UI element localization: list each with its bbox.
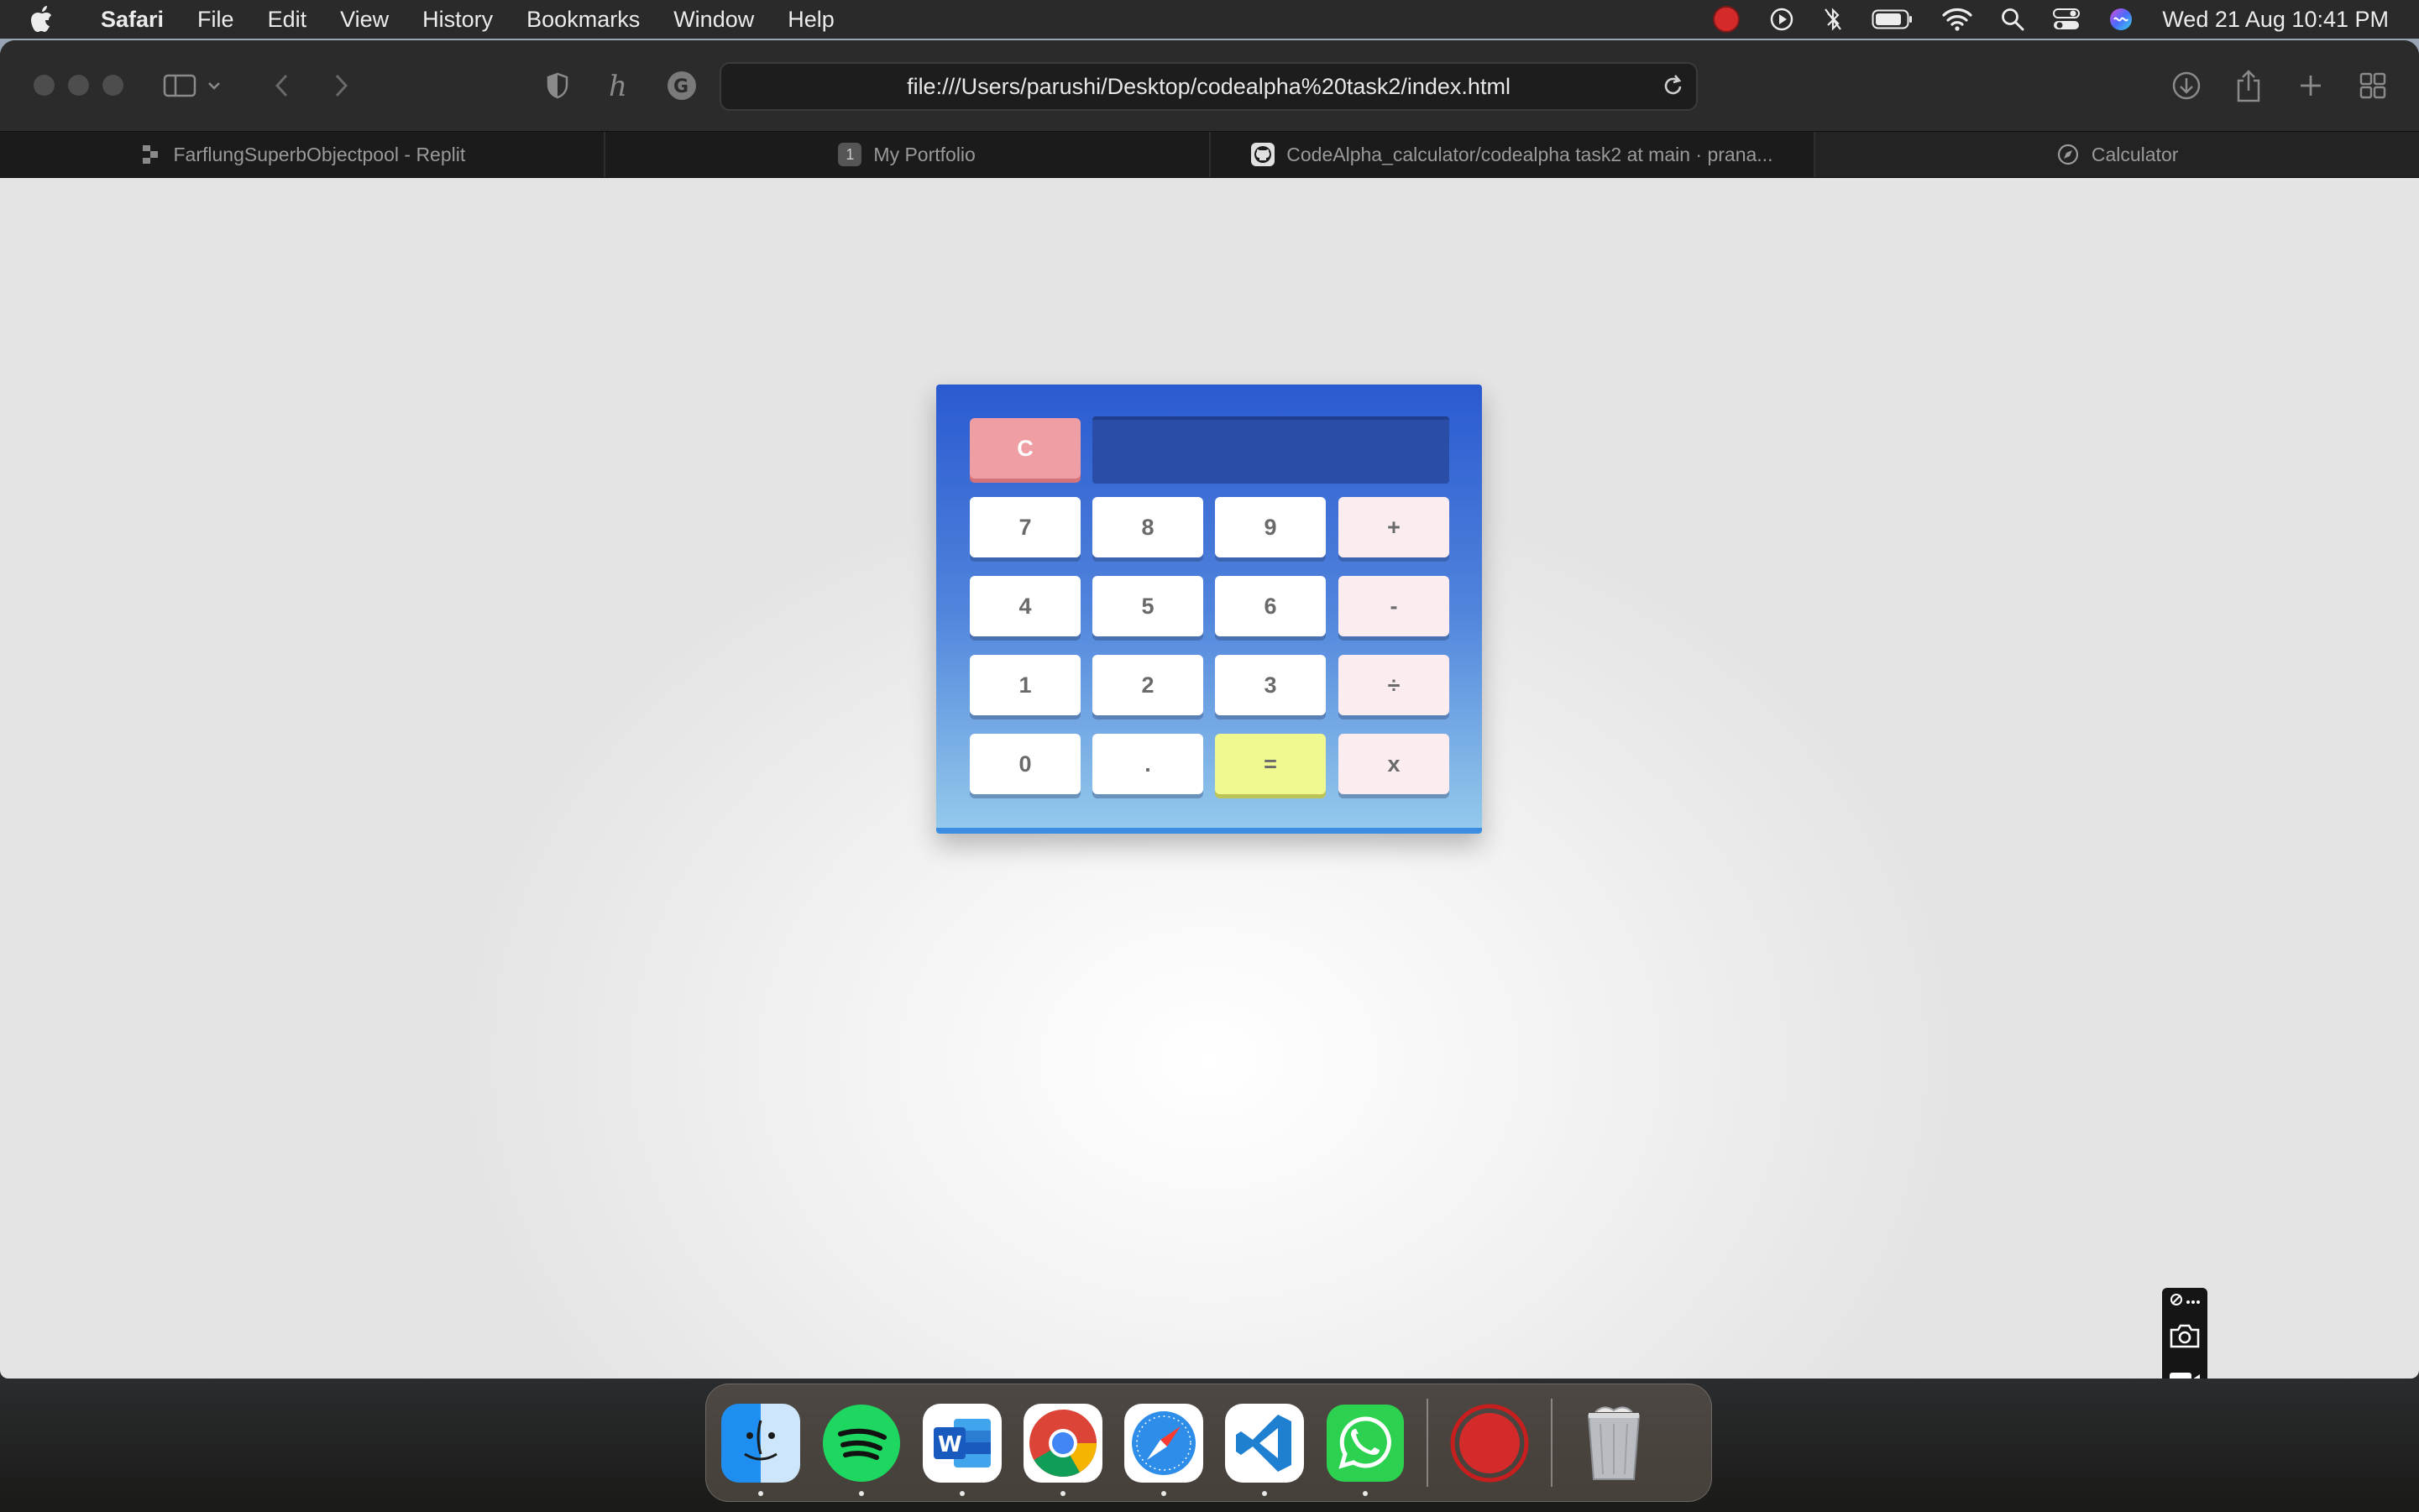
battery-icon[interactable]: [1872, 8, 1914, 30]
dock-safari-icon[interactable]: [1124, 1403, 1203, 1496]
calculator: C 7 8 9 + 4 5 6 - 1 2 3 ÷ 0 . = x: [936, 385, 1482, 834]
bluetooth-off-icon[interactable]: [1823, 7, 1843, 32]
plus-button[interactable]: +: [1338, 497, 1449, 557]
replit-icon: [139, 143, 162, 166]
dock-word-icon[interactable]: W: [923, 1403, 1002, 1496]
close-window-button[interactable]: [34, 75, 55, 96]
dock-separator: [1551, 1399, 1552, 1487]
tab-github[interactable]: CodeAlpha_calculator/codealpha task2 at …: [1211, 132, 1816, 177]
github-icon: [1251, 143, 1275, 166]
tab-overview-icon[interactable]: [2349, 62, 2396, 109]
svg-text:G: G: [673, 76, 689, 97]
minus-button[interactable]: -: [1338, 576, 1449, 636]
menu-clock[interactable]: Wed 21 Aug 10:41 PM: [2162, 7, 2389, 33]
menu-help[interactable]: Help: [771, 0, 851, 39]
forward-icon[interactable]: [317, 62, 364, 109]
dock-spotify-icon[interactable]: [822, 1404, 901, 1496]
wifi-icon[interactable]: [1942, 8, 1972, 31]
address-bar[interactable]: file:///Users/parushi/Desktop/codealpha%…: [720, 62, 1698, 111]
link-icon[interactable]: [2170, 1293, 2183, 1309]
svg-text:h: h: [609, 71, 627, 101]
tab-label: Calculator: [2091, 143, 2179, 165]
menu-bar: Safari File Edit View History Bookmarks …: [0, 0, 2419, 39]
dock-vscode-icon[interactable]: [1225, 1403, 1304, 1496]
digit-5-button[interactable]: 5: [1092, 576, 1203, 636]
tab-replit[interactable]: FarflungSuperbObjectpool - Replit: [0, 132, 605, 177]
tab-group-chevron-icon[interactable]: [202, 62, 227, 109]
menu-app-name[interactable]: Safari: [84, 0, 181, 39]
clear-button[interactable]: C: [970, 418, 1081, 479]
equals-button[interactable]: =: [1215, 734, 1326, 794]
decimal-button[interactable]: .: [1092, 734, 1203, 794]
menu-edit[interactable]: Edit: [251, 0, 324, 39]
safari-window: h G file:///Users/parushi/Desktop/codeal…: [0, 40, 2419, 1379]
camera-icon[interactable]: [2162, 1313, 2207, 1358]
screen-capture-widget: [2162, 1288, 2207, 1379]
digit-2-button[interactable]: 2: [1092, 655, 1203, 715]
digit-4-button[interactable]: 4: [970, 576, 1081, 636]
back-icon[interactable]: [259, 62, 306, 109]
tab-label: My Portfolio: [873, 143, 976, 165]
calculator-display: [1092, 416, 1449, 484]
tab-label: CodeAlpha_calculator/codealpha task2 at …: [1286, 143, 1773, 165]
tab-bar: FarflungSuperbObjectpool - Replit 1 My P…: [0, 131, 2419, 178]
tab-calculator[interactable]: Calculator: [1815, 132, 2419, 177]
privacy-shield-icon[interactable]: [534, 62, 581, 109]
dock-finder-icon[interactable]: [721, 1403, 800, 1496]
minimize-window-button[interactable]: [68, 75, 89, 96]
downloads-icon[interactable]: [2163, 62, 2210, 109]
tab-portfolio[interactable]: 1 My Portfolio: [605, 132, 1211, 177]
menu-history[interactable]: History: [406, 0, 510, 39]
apple-menu-icon[interactable]: [0, 6, 84, 33]
multiply-button[interactable]: x: [1338, 734, 1449, 794]
play-icon[interactable]: [1769, 7, 1794, 32]
dock-trash-icon[interactable]: [1574, 1404, 1653, 1483]
dock-chrome-icon[interactable]: [1024, 1403, 1102, 1496]
digit-3-button[interactable]: 3: [1215, 655, 1326, 715]
compass-icon: [2056, 143, 2080, 166]
menu-bookmarks[interactable]: Bookmarks: [510, 0, 657, 39]
numbered-favicon: 1: [838, 143, 862, 166]
digit-1-button[interactable]: 1: [970, 655, 1081, 715]
control-center-icon[interactable]: [2053, 8, 2081, 31]
browser-toolbar: h G file:///Users/parushi/Desktop/codeal…: [0, 40, 2419, 131]
tab-label: FarflungSuperbObjectpool - Replit: [173, 143, 466, 165]
zoom-window-button[interactable]: [102, 75, 123, 96]
widget-header: [2170, 1288, 2201, 1313]
status-area: Wed 21 Aug 10:41 PM: [1712, 5, 2419, 34]
grammarly-extension-icon[interactable]: G: [658, 62, 705, 109]
video-camera-icon[interactable]: [2162, 1358, 2207, 1379]
share-icon[interactable]: [2225, 62, 2272, 109]
dock-whatsapp-icon[interactable]: [1326, 1404, 1405, 1496]
digit-9-button[interactable]: 9: [1215, 497, 1326, 557]
digit-7-button[interactable]: 7: [970, 497, 1081, 557]
dock: W: [705, 1384, 1712, 1502]
new-tab-icon[interactable]: [2287, 62, 2334, 109]
digit-8-button[interactable]: 8: [1092, 497, 1203, 557]
svg-text:W: W: [938, 1432, 962, 1457]
divide-button[interactable]: ÷: [1338, 655, 1449, 715]
honey-extension-icon[interactable]: h: [596, 62, 643, 109]
address-url: file:///Users/parushi/Desktop/codealpha%…: [907, 73, 1511, 99]
spotlight-search-icon[interactable]: [2001, 8, 2024, 31]
page-content: C 7 8 9 + 4 5 6 - 1 2 3 ÷ 0 . = x: [0, 178, 2419, 1379]
dock-screen-recorder-icon[interactable]: [1450, 1404, 1529, 1483]
dock-separator: [1427, 1399, 1428, 1487]
reload-icon[interactable]: [1662, 74, 1684, 103]
digit-6-button[interactable]: 6: [1215, 576, 1326, 636]
more-options-icon[interactable]: [2186, 1294, 2201, 1307]
window-controls: [34, 75, 123, 96]
menu-file[interactable]: File: [181, 0, 251, 39]
siri-icon[interactable]: [2108, 7, 2134, 32]
sidebar-toggle-icon[interactable]: [156, 62, 203, 109]
recording-indicator-icon[interactable]: [1712, 5, 1741, 34]
menu-view[interactable]: View: [323, 0, 406, 39]
menu-window[interactable]: Window: [657, 0, 771, 39]
digit-0-button[interactable]: 0: [970, 734, 1081, 794]
